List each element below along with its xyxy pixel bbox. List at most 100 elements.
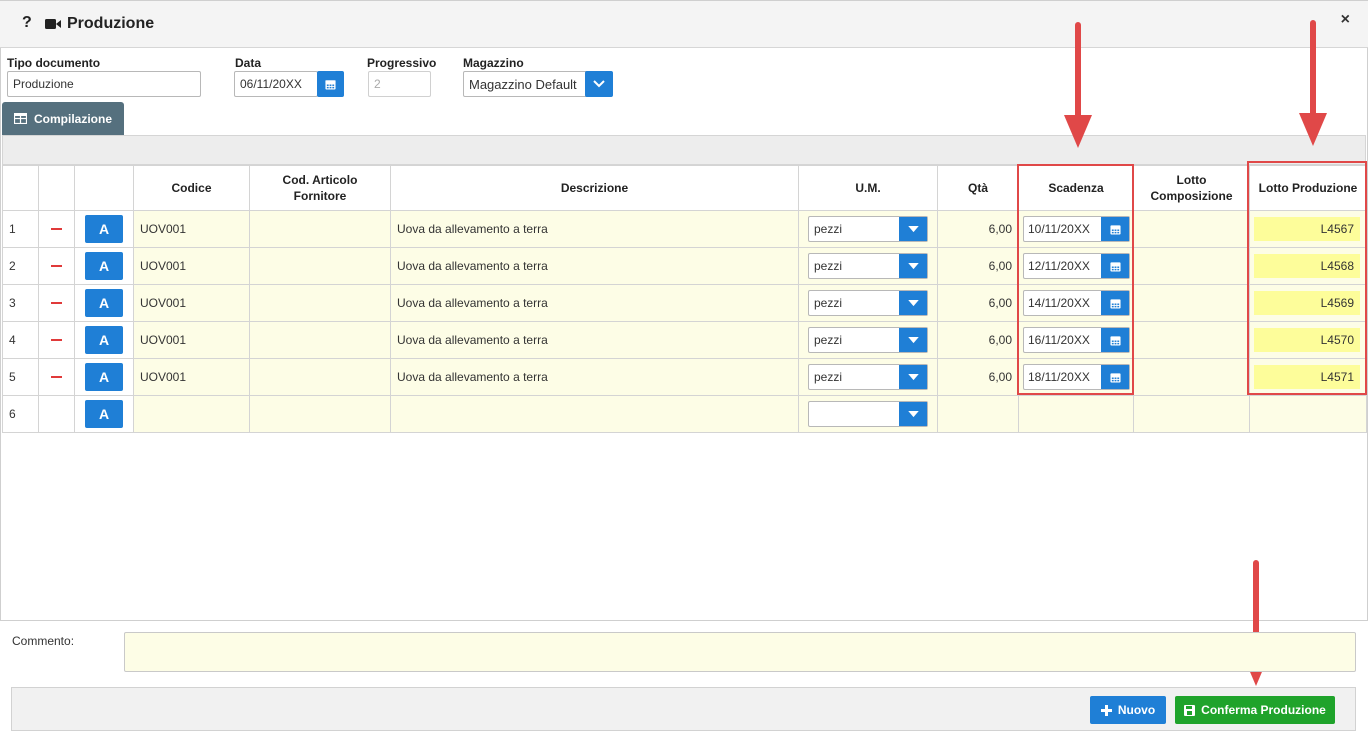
col-header-um[interactable]: U.M. [798,165,938,211]
scadenza-cell[interactable] [1018,395,1134,433]
table-row[interactable]: 1 A UOV001 Uova da allevamento a terra pezzi… [2,210,1367,248]
cod-articolo-cell[interactable] [249,321,391,359]
lotto-composizione-cell[interactable] [1133,210,1250,248]
qta-cell[interactable]: 6,00 [937,358,1019,396]
table-row[interactable]: 4 A UOV001 Uova da allevamento a terra pezzi… [2,321,1367,359]
codice-cell[interactable]: UOV001 [133,247,250,285]
um-dropdown-button[interactable] [899,254,927,278]
lotto-composizione-cell[interactable] [1133,321,1250,359]
lotto-composizione-cell[interactable] [1133,358,1250,396]
tab-compilazione[interactable]: Compilazione [2,102,124,135]
table-row[interactable]: 2 A UOV001 Uova da allevamento a terra pezzi… [2,247,1367,285]
um-select[interactable]: pezzi [808,216,928,242]
um-select[interactable]: pezzi [808,327,928,353]
lotto-produzione-cell[interactable] [1249,395,1367,433]
descrizione-cell[interactable]: Uova da allevamento a terra [390,284,799,322]
a-button[interactable]: A [85,215,123,243]
codice-cell[interactable]: UOV001 [133,321,250,359]
qta-cell[interactable]: 6,00 [937,321,1019,359]
cod-articolo-cell[interactable] [249,358,391,396]
qta-cell[interactable]: 6,00 [937,210,1019,248]
um-dropdown-button[interactable] [899,365,927,389]
descrizione-cell[interactable]: Uova da allevamento a terra [390,210,799,248]
cod-articolo-cell[interactable] [249,395,391,433]
scadenza-field[interactable]: 14/11/20XX [1023,290,1130,316]
minus-icon[interactable] [51,228,62,230]
a-button[interactable]: A [85,252,123,280]
descrizione-cell[interactable]: Uova da allevamento a terra [390,358,799,396]
minus-icon[interactable] [51,339,62,341]
cod-articolo-cell[interactable] [249,284,391,322]
lotto-produzione-cell: L4571 [1249,358,1367,396]
codice-cell[interactable]: UOV001 [133,358,250,396]
lotto-produzione-value[interactable]: L4570 [1254,328,1360,352]
data-field[interactable]: 06/11/20XX [234,71,318,97]
scadenza-calendar-button[interactable] [1101,328,1129,352]
data-calendar-button[interactable] [317,71,344,97]
um-select[interactable] [808,401,928,427]
table-row[interactable]: 3 A UOV001 Uova da allevamento a terra pezzi… [2,284,1367,322]
lotto-composizione-cell[interactable] [1133,284,1250,322]
table-row[interactable]: 6A [2,395,1367,433]
conferma-produzione-button[interactable]: Conferma Produzione [1175,696,1335,724]
a-button[interactable]: A [85,289,123,317]
descrizione-cell[interactable]: Uova da allevamento a terra [390,321,799,359]
a-button[interactable]: A [85,326,123,354]
cod-articolo-cell[interactable] [249,247,391,285]
um-select[interactable]: pezzi [808,364,928,390]
um-value: pezzi [814,222,843,236]
um-select[interactable]: pezzi [808,290,928,316]
scadenza-calendar-button[interactable] [1101,217,1129,241]
col-header-qta[interactable]: Qtà [937,165,1019,211]
scadenza-field[interactable]: 12/11/20XX [1023,253,1130,279]
col-header-codice[interactable]: Codice [133,165,250,211]
scadenza-field[interactable]: 16/11/20XX [1023,327,1130,353]
table-row[interactable]: 5 A UOV001 Uova da allevamento a terra pezzi… [2,358,1367,396]
help-icon[interactable]: ? [22,14,32,32]
codice-cell[interactable] [133,395,250,433]
lotto-composizione-cell[interactable] [1133,247,1250,285]
cod-articolo-cell[interactable] [249,210,391,248]
codice-cell[interactable]: UOV001 [133,284,250,322]
scadenza-field[interactable]: 18/11/20XX [1023,364,1130,390]
nuovo-button[interactable]: Nuovo [1090,696,1166,724]
um-dropdown-button[interactable] [899,402,927,426]
col-header-scadenza[interactable]: Scadenza [1018,165,1134,211]
scadenza-value: 12/11/20XX [1028,259,1090,273]
minus-icon[interactable] [51,265,62,267]
scadenza-calendar-button[interactable] [1101,291,1129,315]
a-button[interactable]: A [85,400,123,428]
col-header-cod-articolo[interactable]: Cod. Articolo Fornitore [249,165,391,211]
lotto-produzione-value[interactable]: L4568 [1254,254,1360,278]
descrizione-cell[interactable] [390,395,799,433]
chevron-down-icon [907,336,919,343]
scadenza-calendar-button[interactable] [1101,365,1129,389]
codice-cell[interactable]: UOV001 [133,210,250,248]
qta-cell[interactable]: 6,00 [937,247,1019,285]
col-header-descrizione[interactable]: Descrizione [390,165,799,211]
tipo-documento-field[interactable]: Produzione [7,71,201,97]
um-value [809,402,899,426]
lotto-produzione-value[interactable]: L4571 [1254,365,1360,389]
minus-icon[interactable] [51,302,62,304]
um-select[interactable]: pezzi [808,253,928,279]
a-button[interactable]: A [85,363,123,391]
lotto-produzione-value[interactable]: L4569 [1254,291,1360,315]
um-dropdown-button[interactable] [899,291,927,315]
col-header-lotto-produzione[interactable]: Lotto Produzione [1249,165,1367,211]
descrizione-cell[interactable]: Uova da allevamento a terra [390,247,799,285]
lotto-composizione-cell[interactable] [1133,395,1250,433]
close-icon[interactable]: × [1341,11,1350,29]
scadenza-calendar-button[interactable] [1101,254,1129,278]
magazzino-dropdown-button[interactable] [585,71,613,97]
commento-field[interactable] [124,632,1356,672]
minus-icon[interactable] [51,376,62,378]
magazzino-select[interactable]: Magazzino Default [463,71,588,97]
lotto-produzione-value[interactable]: L4567 [1254,217,1360,241]
qta-cell[interactable] [937,395,1019,433]
scadenza-field[interactable]: 10/11/20XX [1023,216,1130,242]
col-header-lotto-composizione[interactable]: Lotto Composizione [1133,165,1250,211]
um-dropdown-button[interactable] [899,217,927,241]
qta-cell[interactable]: 6,00 [937,284,1019,322]
um-dropdown-button[interactable] [899,328,927,352]
